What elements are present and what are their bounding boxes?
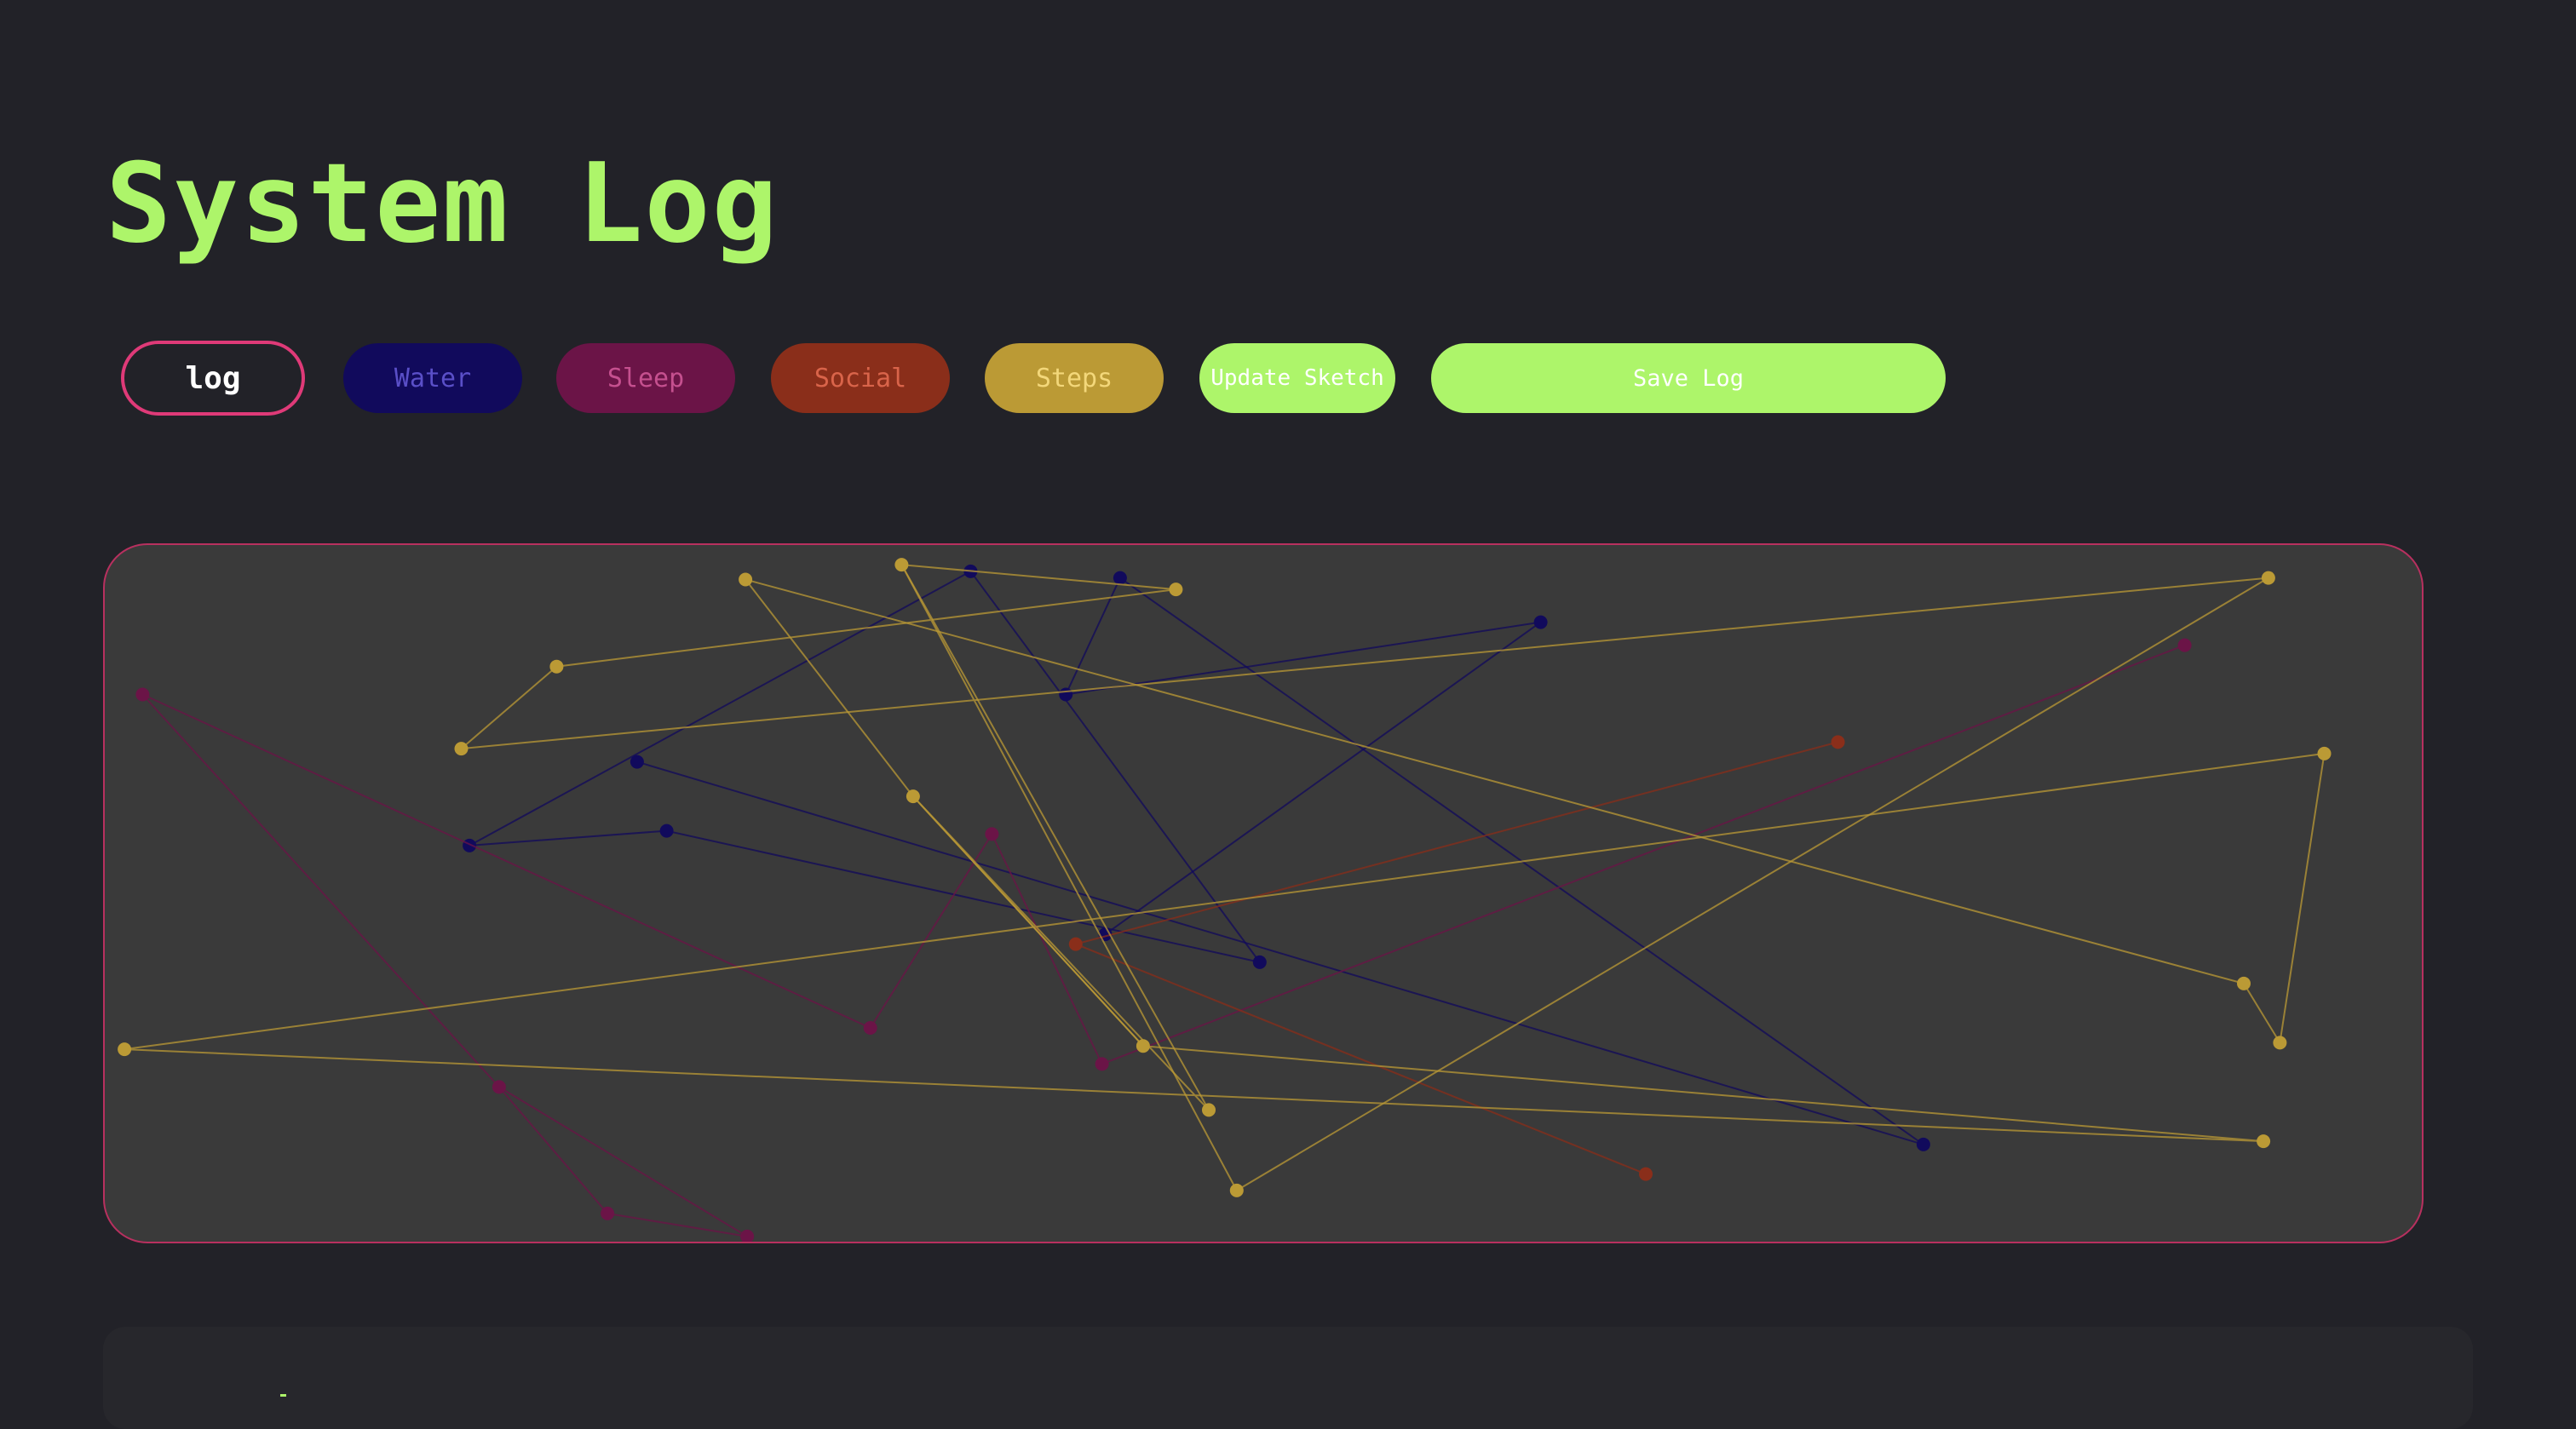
steps-point: [2237, 976, 2251, 990]
social-point: [1068, 937, 1083, 951]
steps-line: [124, 752, 2325, 1143]
water-point: [1252, 955, 1267, 969]
sleep-line: [141, 693, 748, 1237]
sleep-button[interactable]: Sleep: [556, 343, 735, 413]
social-button[interactable]: Social: [771, 343, 950, 413]
sleep-line: [1101, 644, 2185, 1065]
sleep-point: [2177, 638, 2192, 652]
sleep-point: [135, 687, 150, 702]
water-line: [1064, 577, 1542, 935]
water-button[interactable]: Water: [343, 343, 522, 413]
steps-point: [1136, 1039, 1150, 1053]
steps-point: [2257, 1134, 2271, 1149]
water-point: [1059, 687, 1073, 702]
water-line: [636, 760, 1924, 1145]
sleep-point: [740, 1229, 755, 1242]
steps-point: [2273, 1036, 2287, 1050]
sleep-point: [492, 1080, 506, 1094]
steps-point: [118, 1042, 132, 1057]
water-point: [1916, 1137, 1930, 1151]
water-point: [1533, 615, 1548, 629]
steps-point: [454, 742, 469, 756]
log-panel: [103, 1327, 2473, 1429]
steps-point: [739, 572, 753, 587]
sleep-point: [1095, 1057, 1109, 1071]
steps-point: [1169, 583, 1183, 597]
sleep-line: [498, 1086, 748, 1237]
log-button[interactable]: log: [121, 341, 305, 416]
water-point: [1113, 571, 1127, 585]
steps-point: [549, 659, 564, 674]
water-line: [469, 571, 1261, 963]
water-point: [659, 824, 674, 838]
sleep-point: [601, 1206, 615, 1220]
water-point: [630, 755, 644, 769]
sketch-canvas[interactable]: [103, 543, 2424, 1243]
page-title: System Log: [106, 141, 779, 267]
sketch-svg: [118, 558, 2332, 1242]
update-sketch-button[interactable]: Update Sketch: [1199, 343, 1395, 413]
steps-point: [1202, 1103, 1216, 1117]
save-log-button[interactable]: Save Log: [1431, 343, 1946, 413]
sleep-point: [985, 827, 999, 841]
social-point: [1639, 1167, 1653, 1181]
sleep-line: [141, 693, 1103, 1065]
social-point: [1831, 735, 1845, 749]
steps-button[interactable]: Steps: [985, 343, 1164, 413]
steps-line: [745, 578, 2326, 1046]
steps-point: [1229, 1183, 1244, 1197]
steps-point: [2317, 746, 2332, 760]
steps-line: [900, 564, 1210, 1110]
steps-line: [458, 563, 2269, 1192]
steps-point: [894, 558, 909, 572]
steps-point: [2261, 571, 2275, 585]
sleep-point: [863, 1021, 877, 1035]
steps-point: [906, 789, 920, 804]
